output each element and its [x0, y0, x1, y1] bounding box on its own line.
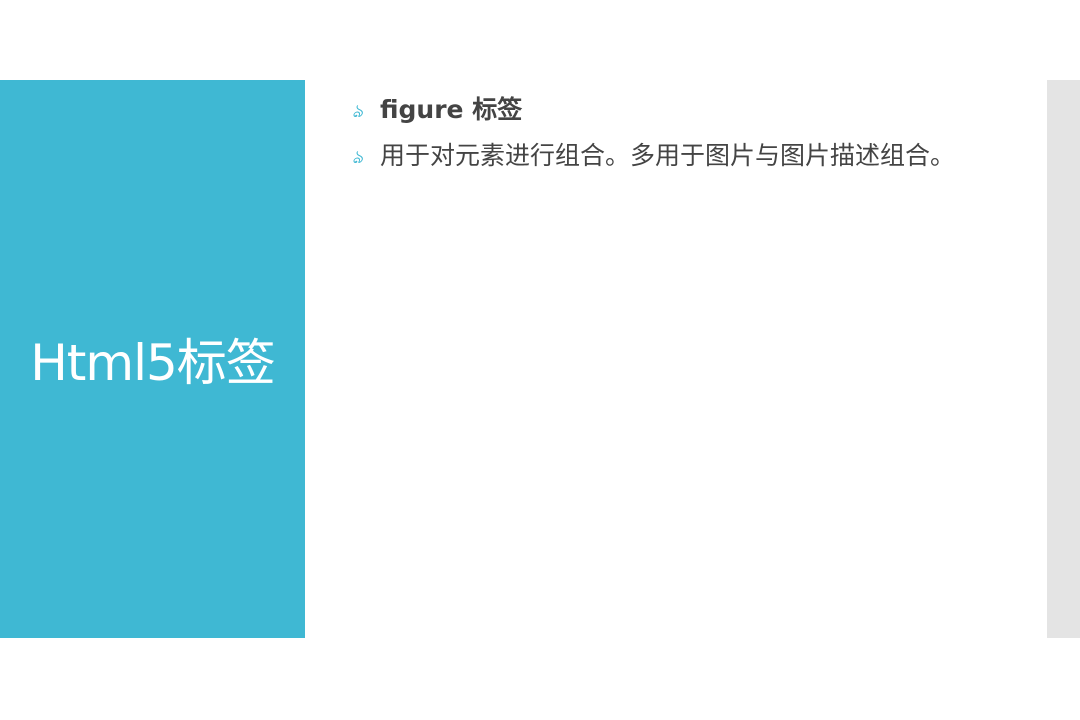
- bullet-text: figure 标签: [380, 95, 523, 124]
- slide: Html5标签 ঌ figure 标签 ঌ 用于对元素进行组合。多用于图片与图片…: [0, 0, 1080, 720]
- curl-bullet-icon: ঌ: [352, 147, 363, 168]
- slide-section-title: Html5标签: [30, 334, 276, 392]
- bullet-item-title: ঌ figure 标签: [352, 92, 1032, 128]
- bullet-item-description: ঌ 用于对元素进行组合。多用于图片与图片描述组合。: [352, 138, 1032, 174]
- bullet-text: 用于对元素进行组合。多用于图片与图片描述组合。: [380, 141, 956, 170]
- right-decorative-strip: [1047, 80, 1080, 638]
- curl-bullet-icon: ঌ: [352, 101, 363, 122]
- slide-content: ঌ figure 标签 ঌ 用于对元素进行组合。多用于图片与图片描述组合。: [352, 92, 1032, 184]
- side-title-panel: Html5标签: [0, 80, 305, 638]
